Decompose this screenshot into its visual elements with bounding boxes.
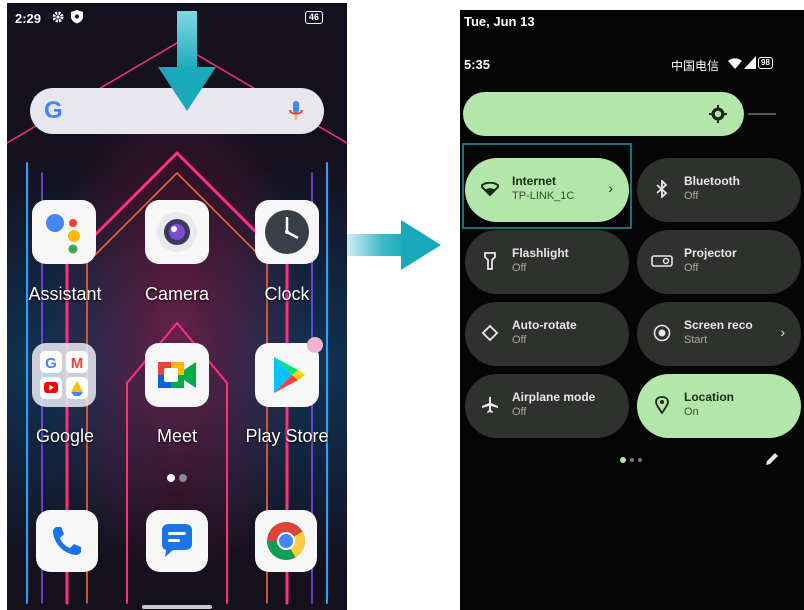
svg-text:M: M bbox=[71, 355, 84, 372]
google-folder-icon: G M bbox=[32, 343, 96, 407]
chrome-icon bbox=[255, 510, 317, 572]
tile-title: Flashlight bbox=[512, 246, 569, 260]
phone-icon bbox=[36, 510, 98, 572]
battery-indicator: 98 bbox=[758, 57, 773, 69]
carrier-label: 中国电信 bbox=[671, 59, 720, 73]
signal-icon bbox=[744, 56, 756, 69]
page-dot-active bbox=[620, 457, 626, 463]
gesture-handle[interactable] bbox=[142, 605, 212, 609]
app-meet[interactable] bbox=[145, 343, 209, 407]
app-label-meet: Meet bbox=[156, 426, 198, 446]
app-clock[interactable] bbox=[255, 200, 319, 264]
tile-location[interactable]: Location On bbox=[637, 374, 801, 438]
screen-record-icon bbox=[651, 322, 673, 344]
app-label-camera: Camera bbox=[144, 284, 210, 304]
page-dot bbox=[179, 474, 187, 482]
tile-subtitle: Off bbox=[512, 334, 527, 346]
tile-title: Screen reco bbox=[684, 318, 753, 332]
tile-subtitle: Off bbox=[684, 190, 699, 202]
app-google-folder[interactable]: G M bbox=[32, 343, 96, 407]
app-assistant[interactable] bbox=[32, 200, 96, 264]
tile-screen-record[interactable]: Screen reco Start › bbox=[637, 302, 801, 366]
projector-icon bbox=[651, 250, 673, 272]
tile-subtitle: Off bbox=[512, 262, 527, 274]
app-play-store[interactable] bbox=[255, 343, 319, 407]
tile-title: Bluetooth bbox=[684, 174, 740, 188]
tile-subtitle: Off bbox=[512, 406, 527, 418]
tile-title: Projector bbox=[684, 246, 737, 260]
page-dot bbox=[630, 458, 634, 462]
battery-indicator: 46 bbox=[305, 11, 324, 24]
dock-phone[interactable] bbox=[36, 510, 98, 572]
tile-subtitle: Off bbox=[684, 262, 699, 274]
highlight-box bbox=[462, 143, 632, 229]
tile-flashlight[interactable]: Flashlight Off bbox=[465, 230, 629, 294]
play-store-icon bbox=[255, 343, 319, 407]
auto-rotate-icon bbox=[479, 322, 501, 344]
app-label-clock: Clock bbox=[264, 284, 310, 304]
clock-icon bbox=[255, 200, 319, 264]
brightness-icon bbox=[709, 105, 727, 123]
notification-dot bbox=[307, 337, 323, 353]
home-screen: 2:29 46 G Assistant Camera Clock G M Goo… bbox=[7, 3, 347, 610]
tile-title: Airplane mode bbox=[512, 390, 596, 404]
transition-arrow-icon bbox=[347, 218, 443, 272]
status-time: 5:35 bbox=[464, 57, 491, 72]
brightness-slider[interactable] bbox=[463, 92, 744, 136]
meet-icon bbox=[145, 343, 209, 407]
status-time: 2:29 bbox=[15, 11, 42, 26]
edit-pencil-icon[interactable] bbox=[764, 451, 780, 467]
flashlight-icon bbox=[479, 250, 501, 272]
date-label: Tue, Jun 13 bbox=[464, 14, 535, 29]
mic-icon[interactable] bbox=[288, 100, 304, 122]
tile-title: Location bbox=[684, 390, 734, 404]
shield-icon bbox=[70, 9, 84, 24]
app-label-play-store: Play Store bbox=[245, 426, 329, 446]
brightness-track bbox=[748, 113, 776, 115]
tile-auto-rotate[interactable]: Auto-rotate Off bbox=[465, 302, 629, 366]
google-logo: G bbox=[44, 97, 63, 124]
gear-icon bbox=[51, 10, 65, 24]
dock-chrome[interactable] bbox=[255, 510, 317, 572]
chevron-right-icon: › bbox=[780, 324, 785, 340]
wifi-status-icon bbox=[728, 57, 742, 69]
bluetooth-icon bbox=[651, 178, 673, 200]
tile-bluetooth[interactable]: Bluetooth Off bbox=[637, 158, 801, 222]
page-dot-active bbox=[167, 474, 175, 482]
camera-icon bbox=[145, 200, 209, 264]
airplane-icon bbox=[479, 394, 501, 416]
app-camera[interactable] bbox=[145, 200, 209, 264]
assistant-icon bbox=[32, 200, 96, 264]
page-dot bbox=[638, 458, 642, 462]
dock-messages[interactable] bbox=[146, 510, 208, 572]
messages-icon bbox=[146, 510, 208, 572]
swipe-down-arrow-icon bbox=[155, 3, 219, 115]
location-icon bbox=[651, 394, 673, 416]
tile-subtitle: Start bbox=[684, 334, 708, 346]
app-label-assistant: Assistant bbox=[28, 284, 102, 304]
tile-title: Auto-rotate bbox=[512, 318, 577, 332]
tile-projector[interactable]: Projector Off bbox=[637, 230, 801, 294]
app-label-google: Google bbox=[35, 426, 95, 446]
tile-airplane-mode[interactable]: Airplane mode Off bbox=[465, 374, 629, 438]
quick-settings-panel: Tue, Jun 13 5:35 中国电信 98 Internet TP-LIN… bbox=[460, 10, 804, 610]
tile-subtitle: On bbox=[684, 406, 699, 418]
svg-text:G: G bbox=[45, 355, 57, 372]
